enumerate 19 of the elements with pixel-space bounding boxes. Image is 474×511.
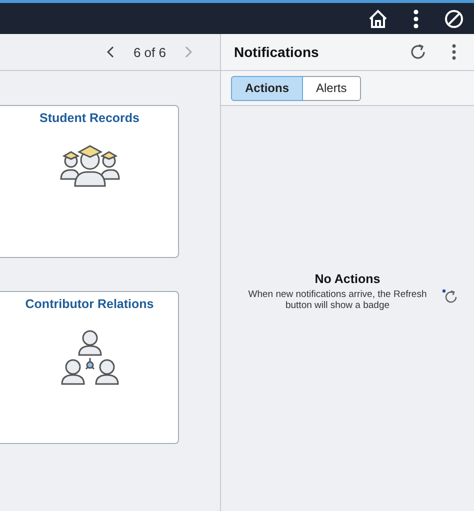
chevron-left-icon xyxy=(107,46,116,58)
slashed-circle-icon xyxy=(444,8,464,28)
empty-message: When new notifications arrive, the Refresh button will show a badge xyxy=(247,288,428,312)
refresh-icon xyxy=(409,43,427,61)
page-counter: 6 of 6 xyxy=(133,44,166,60)
empty-title: No Actions xyxy=(314,272,380,286)
panel-title: Notifications xyxy=(234,44,320,60)
graduates-icon xyxy=(58,143,120,187)
tab[interactable]: Alerts xyxy=(303,76,361,100)
refresh-badge-icon xyxy=(442,288,458,303)
tile-title: Student Records xyxy=(39,111,140,125)
home-icon xyxy=(368,8,388,28)
tile-card[interactable]: Student Records xyxy=(0,105,179,258)
vertical-dots-icon xyxy=(413,8,419,28)
tile-title: Contributor Relations xyxy=(25,297,154,311)
vertical-dots-icon xyxy=(452,44,456,60)
tile-card[interactable]: Contributor Relations xyxy=(0,291,179,444)
chevron-right-icon xyxy=(184,46,192,58)
tab[interactable]: Actions xyxy=(231,76,304,100)
